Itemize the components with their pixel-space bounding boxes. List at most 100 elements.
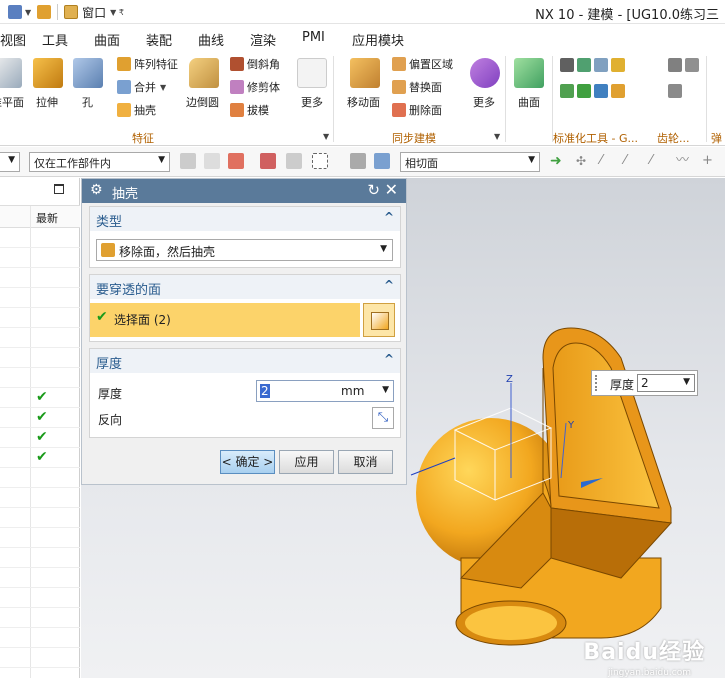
wrench-icon[interactable] — [560, 84, 574, 98]
curve-icon[interactable]: 〰 — [676, 153, 692, 169]
datum-plane-icon[interactable] — [0, 58, 22, 88]
part-icon[interactable] — [594, 84, 608, 98]
solid-icon[interactable] — [350, 153, 366, 169]
edge-blend-button[interactable]: 边倒圆 — [186, 94, 219, 110]
move-face-button[interactable]: 移动面 — [347, 94, 380, 110]
navigator-row[interactable] — [0, 528, 80, 548]
hole-icon[interactable] — [73, 58, 103, 88]
collapse-icon[interactable]: ^ — [384, 210, 394, 224]
chevron-down-icon[interactable]: ▼ — [25, 8, 31, 17]
type-section-header[interactable]: 类型 ^ — [90, 207, 400, 231]
navigator-row[interactable] — [0, 588, 80, 608]
menu-curve[interactable]: 曲线 — [198, 30, 224, 49]
navigator-row[interactable] — [0, 468, 80, 488]
delete-face-button[interactable]: 删除面 — [392, 102, 442, 118]
snap-icon[interactable] — [228, 153, 244, 169]
drag-handle-icon[interactable] — [595, 375, 599, 391]
extrude-icon[interactable] — [33, 58, 63, 88]
stack-icon[interactable] — [577, 58, 591, 72]
type-select[interactable]: 移除面，然后抽壳 ▼ — [96, 239, 393, 261]
navigator-row[interactable] — [0, 368, 80, 388]
scope-filter-combo[interactable]: 仅在工作部件内 ▼ — [29, 152, 170, 172]
window-menu[interactable]: 窗口 — [82, 4, 106, 21]
body-icon[interactable] — [374, 153, 390, 169]
face-section-header[interactable]: 要穿透的面 ^ — [90, 275, 400, 299]
navigator-row[interactable] — [0, 308, 80, 328]
extrude-button[interactable]: 拉伸 — [36, 94, 58, 110]
navigator-row[interactable]: ✔ — [0, 408, 80, 428]
tool-icon[interactable] — [577, 84, 591, 98]
chevron-down-icon[interactable]: ▼ — [494, 132, 500, 141]
close-icon[interactable]: ✕ — [385, 180, 398, 199]
float-thickness-input[interactable]: 2 ▼ — [637, 374, 695, 392]
arrow-icon[interactable] — [204, 153, 220, 169]
menu-applications[interactable]: 应用模块 — [352, 30, 404, 49]
edit-icon[interactable] — [611, 58, 625, 72]
cancel-button[interactable]: 取消 — [338, 450, 393, 474]
navigator-row[interactable] — [0, 568, 80, 588]
layers-icon[interactable] — [594, 58, 608, 72]
pen-icon[interactable] — [37, 5, 52, 19]
pattern-feature-button[interactable]: 阵列特征 — [117, 56, 178, 72]
datum-plane-button[interactable]: 基准平面 — [0, 94, 24, 110]
navigator-row[interactable] — [0, 268, 80, 288]
gear2-icon[interactable] — [685, 58, 699, 72]
select-face-row[interactable]: ✔ 选择面 (2) — [90, 303, 360, 337]
edge-blend-icon[interactable] — [189, 58, 219, 88]
sync-more-icon[interactable] — [470, 58, 500, 88]
chevron-down-icon[interactable]: ▼ — [683, 377, 690, 387]
type-filter-combo[interactable]: ▼ — [0, 152, 20, 172]
point-icon[interactable]: ✣ — [576, 153, 592, 169]
feature-select-icon[interactable] — [260, 153, 276, 169]
thickness-input[interactable]: 2 mm ▼ — [256, 380, 394, 402]
cross-icon[interactable]: + — [702, 153, 718, 169]
chamfer-button[interactable]: 倒斜角 — [230, 56, 280, 72]
menu-assembly[interactable]: 装配 — [146, 30, 172, 49]
navigator-row[interactable] — [0, 248, 80, 268]
chevron-down-icon[interactable]: ▼ — [382, 385, 389, 395]
navigator-row[interactable] — [0, 608, 80, 628]
navigator-row[interactable] — [0, 508, 80, 528]
box-select-icon[interactable] — [312, 153, 328, 169]
replace-face-button[interactable]: 替换面 — [392, 79, 442, 95]
collapse-icon[interactable]: ^ — [384, 352, 394, 366]
navigator-row[interactable]: ✔ — [0, 388, 80, 408]
line2-icon[interactable]: ⁄ — [624, 153, 640, 169]
ok-button[interactable]: < 确定 > — [220, 450, 275, 474]
surface-button[interactable]: 曲面 — [518, 94, 540, 110]
gear-icon[interactable] — [668, 58, 682, 72]
select-icon[interactable] — [180, 153, 196, 169]
chevron-down-icon[interactable]: ▼ — [323, 132, 329, 141]
navigator-row[interactable]: ✔ — [0, 448, 80, 468]
draft-button[interactable]: 拔模 — [230, 102, 269, 118]
feature-more-button[interactable]: 更多 — [301, 94, 323, 110]
navigator-row[interactable] — [0, 288, 80, 308]
unite-button[interactable]: 合并 ▼ — [117, 79, 166, 95]
more-icon[interactable] — [297, 58, 327, 88]
apply-button[interactable]: 应用 — [279, 450, 334, 474]
menu-view[interactable]: 视图 — [0, 30, 26, 49]
grid-icon[interactable] — [560, 58, 574, 72]
maximize-icon[interactable] — [54, 184, 64, 194]
shell-button[interactable]: 抽壳 — [117, 102, 156, 118]
play-icon[interactable]: ➜ — [550, 153, 566, 169]
dialog-title-bar[interactable]: ⚙ 抽壳 ↻ ✕ — [82, 179, 406, 203]
latest-column-header[interactable]: 最新 — [36, 210, 58, 226]
menu-pmi[interactable]: PMI — [302, 30, 325, 45]
dash-icon[interactable]: ⁄ — [650, 153, 666, 169]
reverse-direction-button[interactable]: ⤡ — [372, 407, 394, 429]
navigator-row[interactable] — [0, 648, 80, 668]
select-face-button[interactable] — [363, 303, 395, 337]
surface-icon[interactable] — [514, 58, 544, 88]
feature-icon[interactable] — [611, 84, 625, 98]
face-rule-combo[interactable]: 相切面 ▼ — [400, 152, 540, 172]
navigator-row[interactable] — [0, 328, 80, 348]
open-icon[interactable] — [8, 5, 22, 19]
hole-button[interactable]: 孔 — [82, 94, 93, 110]
navigator-row[interactable]: ✔ — [0, 428, 80, 448]
offset-region-button[interactable]: 偏置区域 — [392, 56, 453, 72]
navigator-row[interactable] — [0, 348, 80, 368]
move-face-icon[interactable] — [350, 58, 380, 88]
menu-render[interactable]: 渲染 — [250, 30, 276, 49]
collapse-icon[interactable]: ^ — [384, 278, 394, 292]
